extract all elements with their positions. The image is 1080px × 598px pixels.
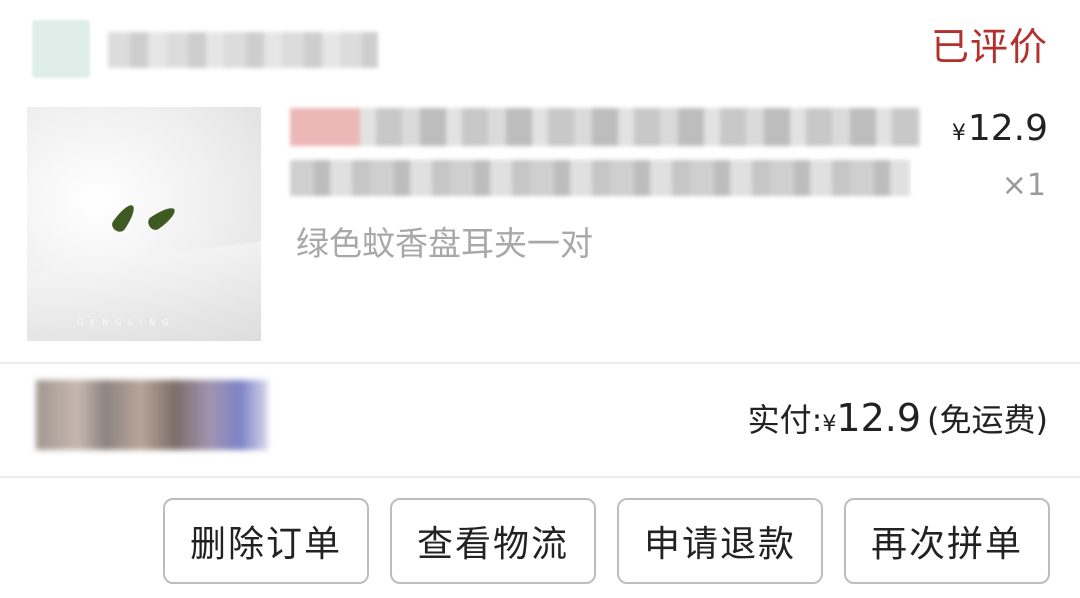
product-title-redacted-line-1[interactable] [290,108,920,146]
store-avatar[interactable] [32,20,90,78]
paid-total: 实付:¥12.9 (免运费) [748,393,1048,451]
paid-label: 实付: [747,401,823,439]
view-logistics-button[interactable]: 查看物流 [390,498,596,584]
divider [0,476,1080,478]
paid-currency-symbol: ¥ [822,412,837,437]
delete-order-button[interactable]: 删除订单 [163,498,369,584]
unit-price: ¥12.9 [952,108,1048,149]
buyer-avatars-redacted[interactable] [36,380,268,450]
reorder-button[interactable]: 再次拼单 [844,498,1050,584]
paid-amount: 12.9 [836,396,922,440]
store-name-redacted[interactable] [108,32,378,68]
order-actions: 删除订单 查看物流 申请退款 再次拼单 [163,498,1050,584]
image-brand-watermark: GENGLING [77,318,176,327]
product-thumbnail[interactable]: GENGLING [27,107,261,341]
earring-right-shape [145,203,179,233]
order-card[interactable]: 已评价 GENGLING 绿色蚊香盘耳夹一对 ¥12.9 ×1 实付:¥12.9… [0,0,1080,598]
unit-price-amount: 12.9 [967,108,1048,149]
quantity: ×1 [1001,168,1046,203]
currency-symbol: ¥ [951,121,966,146]
order-status-label: 已评价 [930,25,1048,69]
divider [0,362,1080,364]
shipping-note: (免运费) [927,401,1048,439]
product-title-redacted-line-2[interactable] [290,160,910,196]
product-spec: 绿色蚊香盘耳夹一对 [296,224,593,263]
earring-left-shape [109,201,139,235]
request-refund-button[interactable]: 申请退款 [617,498,823,584]
